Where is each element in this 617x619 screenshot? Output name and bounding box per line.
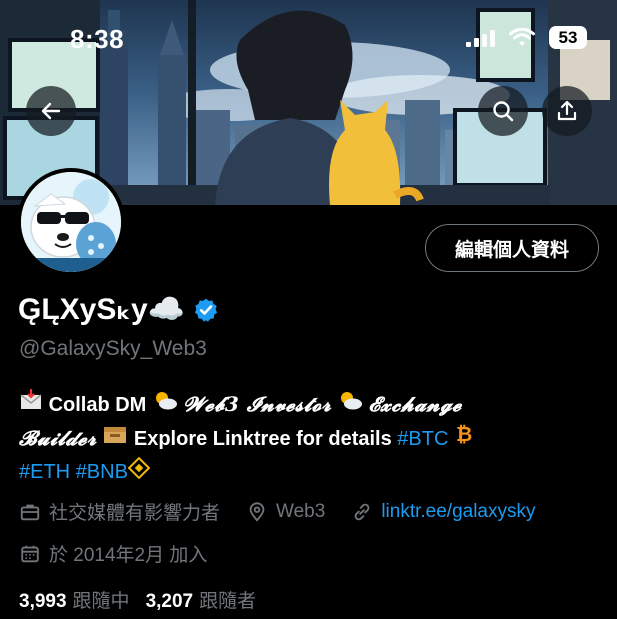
edit-profile-button[interactable]: 編輯個人資料 <box>425 224 599 272</box>
bnb-icon <box>127 456 151 490</box>
followers-label: 跟隨者 <box>199 591 257 612</box>
bio-collab: Collab DM <box>48 394 147 416</box>
search-button[interactable] <box>478 86 528 136</box>
share-icon <box>557 100 577 121</box>
location-pin-icon <box>249 501 265 522</box>
profile-bio: Collab DM 𝓦𝓮𝓫3 𝓘𝓷𝓿𝓮𝓼𝓽𝓸𝓻 𝓔𝔁𝓬𝓱𝓪𝓷𝓰𝓮 𝓑𝓾𝓲𝓵𝓭𝓮𝓻… <box>19 388 604 490</box>
joined-text: 於 2014年2月 加入 <box>49 545 208 566</box>
card-box-icon <box>102 423 128 456</box>
hashtag-btc[interactable]: #BTC <box>397 428 448 450</box>
bio-web3-investor: 𝓦𝓮𝓫3 𝓘𝓷𝓿𝓮𝓼𝓽𝓸𝓻 <box>183 392 332 416</box>
calendar-icon <box>21 545 39 562</box>
status-time: 8:38 <box>70 24 125 54</box>
profile-joined: 於 2014年2月 加入 <box>19 540 207 567</box>
avatar-illustration <box>21 172 121 272</box>
profile-website[interactable]: linktr.ee/galaxysky <box>351 501 536 523</box>
wifi-icon <box>509 27 535 46</box>
sun-cloud-icon-2 <box>337 389 363 422</box>
category-text: 社交媒體有影響力者 <box>49 503 221 524</box>
profile-handle: @GalaxySky_Web3 <box>19 337 207 360</box>
following-label: 跟隨中 <box>72 591 130 612</box>
battery-indicator: 53 <box>549 26 587 49</box>
svg-text:₿: ₿ <box>456 423 472 445</box>
following-count: 3,993 <box>19 591 67 612</box>
link-icon <box>354 503 370 520</box>
bio-builder: 𝓑𝓾𝓲𝓵𝓭𝓮𝓻 <box>19 426 97 451</box>
followers-count: 3,207 <box>145 591 194 612</box>
bitcoin-icon: ₿ <box>454 422 474 456</box>
profile-meta-row: 社交媒體有影響力者 Web3 linktr.ee/galaxysky <box>19 498 554 525</box>
verified-badge-icon[interactable] <box>193 297 219 323</box>
back-arrow-icon <box>41 102 61 120</box>
mailbox-icon <box>19 389 43 422</box>
cellular-signal-icon <box>466 29 495 47</box>
back-button[interactable] <box>26 86 76 136</box>
profile-name-row: G̨L̨XySₖy☁️ <box>18 292 219 327</box>
website-link[interactable]: linktr.ee/galaxysky <box>381 501 535 523</box>
profile-location: Web3 <box>246 501 325 523</box>
sun-cloud-icon <box>152 389 178 422</box>
following-link[interactable]: 3,993 跟隨中 <box>19 586 130 613</box>
bio-exchange: 𝓔𝔁𝓬𝓱𝓪𝓷𝓰𝓮 <box>368 392 462 416</box>
display-name: G̨L̨XySₖy☁️ <box>18 293 186 326</box>
profile-avatar[interactable] <box>17 168 125 276</box>
location-text: Web3 <box>276 500 326 522</box>
hashtag-bnb[interactable]: #BNB <box>76 461 128 483</box>
status-indicators: 53 <box>466 26 587 49</box>
briefcase-icon <box>20 504 40 520</box>
followers-link[interactable]: 3,207 跟隨者 <box>146 586 257 613</box>
profile-category: 社交媒體有影響力者 <box>19 498 220 525</box>
search-icon <box>493 101 514 122</box>
hashtag-eth[interactable]: #ETH <box>19 461 70 483</box>
bio-linktree: Explore Linktree for details <box>133 428 392 451</box>
follow-stats: 3,993 跟隨中 3,207 跟隨者 <box>19 586 256 613</box>
share-button[interactable] <box>542 86 592 136</box>
